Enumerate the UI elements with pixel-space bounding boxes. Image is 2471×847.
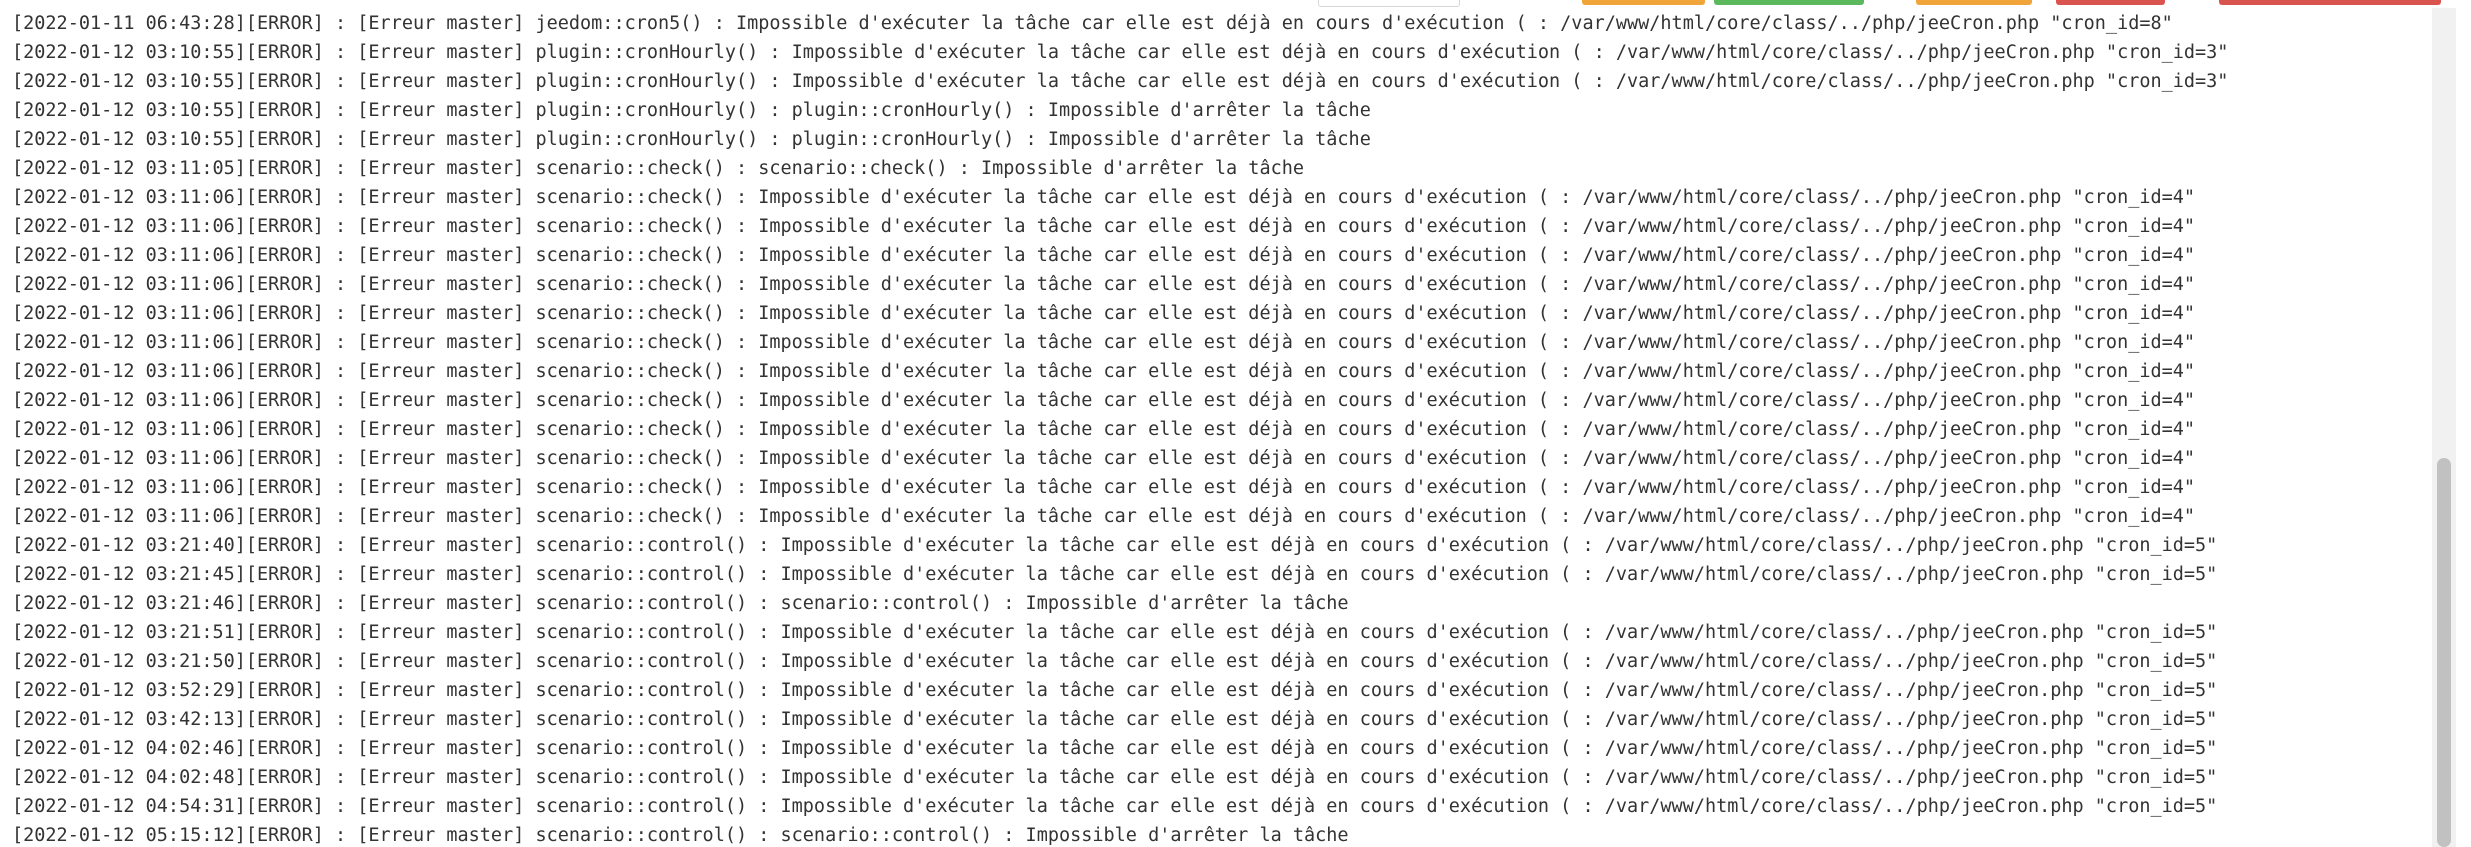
log-line: [2022-01-12 03:21:51][ERROR] : [Erreur m… (12, 622, 2218, 643)
log-line: [2022-01-12 03:10:55][ERROR] : [Erreur m… (12, 100, 1371, 121)
log-line: [2022-01-12 03:21:50][ERROR] : [Erreur m… (12, 651, 2218, 672)
log-line: [2022-01-12 04:54:31][ERROR] : [Erreur m… (12, 796, 2218, 817)
log-line: [2022-01-12 03:11:06][ERROR] : [Erreur m… (12, 216, 2196, 237)
log-line: [2022-01-12 03:11:06][ERROR] : [Erreur m… (12, 419, 2196, 440)
log-line: [2022-01-12 05:15:12][ERROR] : [Erreur m… (12, 825, 1349, 846)
log-line: [2022-01-12 03:11:06][ERROR] : [Erreur m… (12, 448, 2196, 469)
toolbar-button-red[interactable] (2056, 0, 2165, 5)
log-line: [2022-01-12 03:11:06][ERROR] : [Erreur m… (12, 390, 2196, 411)
toolbar-button-orange-2[interactable] (1916, 0, 2032, 5)
scrollbar-thumb[interactable] (2437, 458, 2451, 847)
log-line: [2022-01-12 03:11:05][ERROR] : [Erreur m… (12, 158, 1305, 179)
log-line: [2022-01-12 03:10:55][ERROR] : [Erreur m… (12, 42, 2229, 63)
log-line: [2022-01-12 03:11:06][ERROR] : [Erreur m… (12, 274, 2196, 295)
log-line: [2022-01-12 04:02:46][ERROR] : [Erreur m… (12, 738, 2218, 759)
log-line: [2022-01-12 03:21:40][ERROR] : [Erreur m… (12, 535, 2218, 556)
log-panel[interactable]: [2022-01-11 06:43:28][ERROR] : [Erreur m… (0, 8, 2430, 847)
toolbar-button-white[interactable] (1318, 0, 1460, 7)
log-line: [2022-01-12 03:52:29][ERROR] : [Erreur m… (12, 680, 2218, 701)
log-line: [2022-01-12 03:11:06][ERROR] : [Erreur m… (12, 303, 2196, 324)
log-line: [2022-01-12 03:21:45][ERROR] : [Erreur m… (12, 564, 2218, 585)
log-line: [2022-01-12 04:02:48][ERROR] : [Erreur m… (12, 767, 2218, 788)
toolbar-button-red-2[interactable] (2219, 0, 2441, 5)
log-line: [2022-01-12 03:21:46][ERROR] : [Erreur m… (12, 593, 1349, 614)
log-line: [2022-01-12 03:10:55][ERROR] : [Erreur m… (12, 71, 2229, 92)
log-line: [2022-01-12 03:11:06][ERROR] : [Erreur m… (12, 245, 2196, 266)
log-line: [2022-01-12 03:10:55][ERROR] : [Erreur m… (12, 129, 1371, 150)
log-line: [2022-01-12 03:11:06][ERROR] : [Erreur m… (12, 477, 2196, 498)
log-line: [2022-01-12 03:11:06][ERROR] : [Erreur m… (12, 506, 2196, 527)
log-line: [2022-01-12 03:42:13][ERROR] : [Erreur m… (12, 709, 2218, 730)
log-line: [2022-01-11 06:43:28][ERROR] : [Erreur m… (12, 13, 2173, 34)
log-line: [2022-01-12 03:11:06][ERROR] : [Erreur m… (12, 332, 2196, 353)
log-line: [2022-01-12 03:11:06][ERROR] : [Erreur m… (12, 187, 2196, 208)
log-line: [2022-01-12 03:11:06][ERROR] : [Erreur m… (12, 361, 2196, 382)
toolbar-button-orange[interactable] (1582, 0, 1705, 5)
toolbar-button-green[interactable] (1714, 0, 1864, 5)
log-scrollbar[interactable] (2432, 8, 2456, 847)
